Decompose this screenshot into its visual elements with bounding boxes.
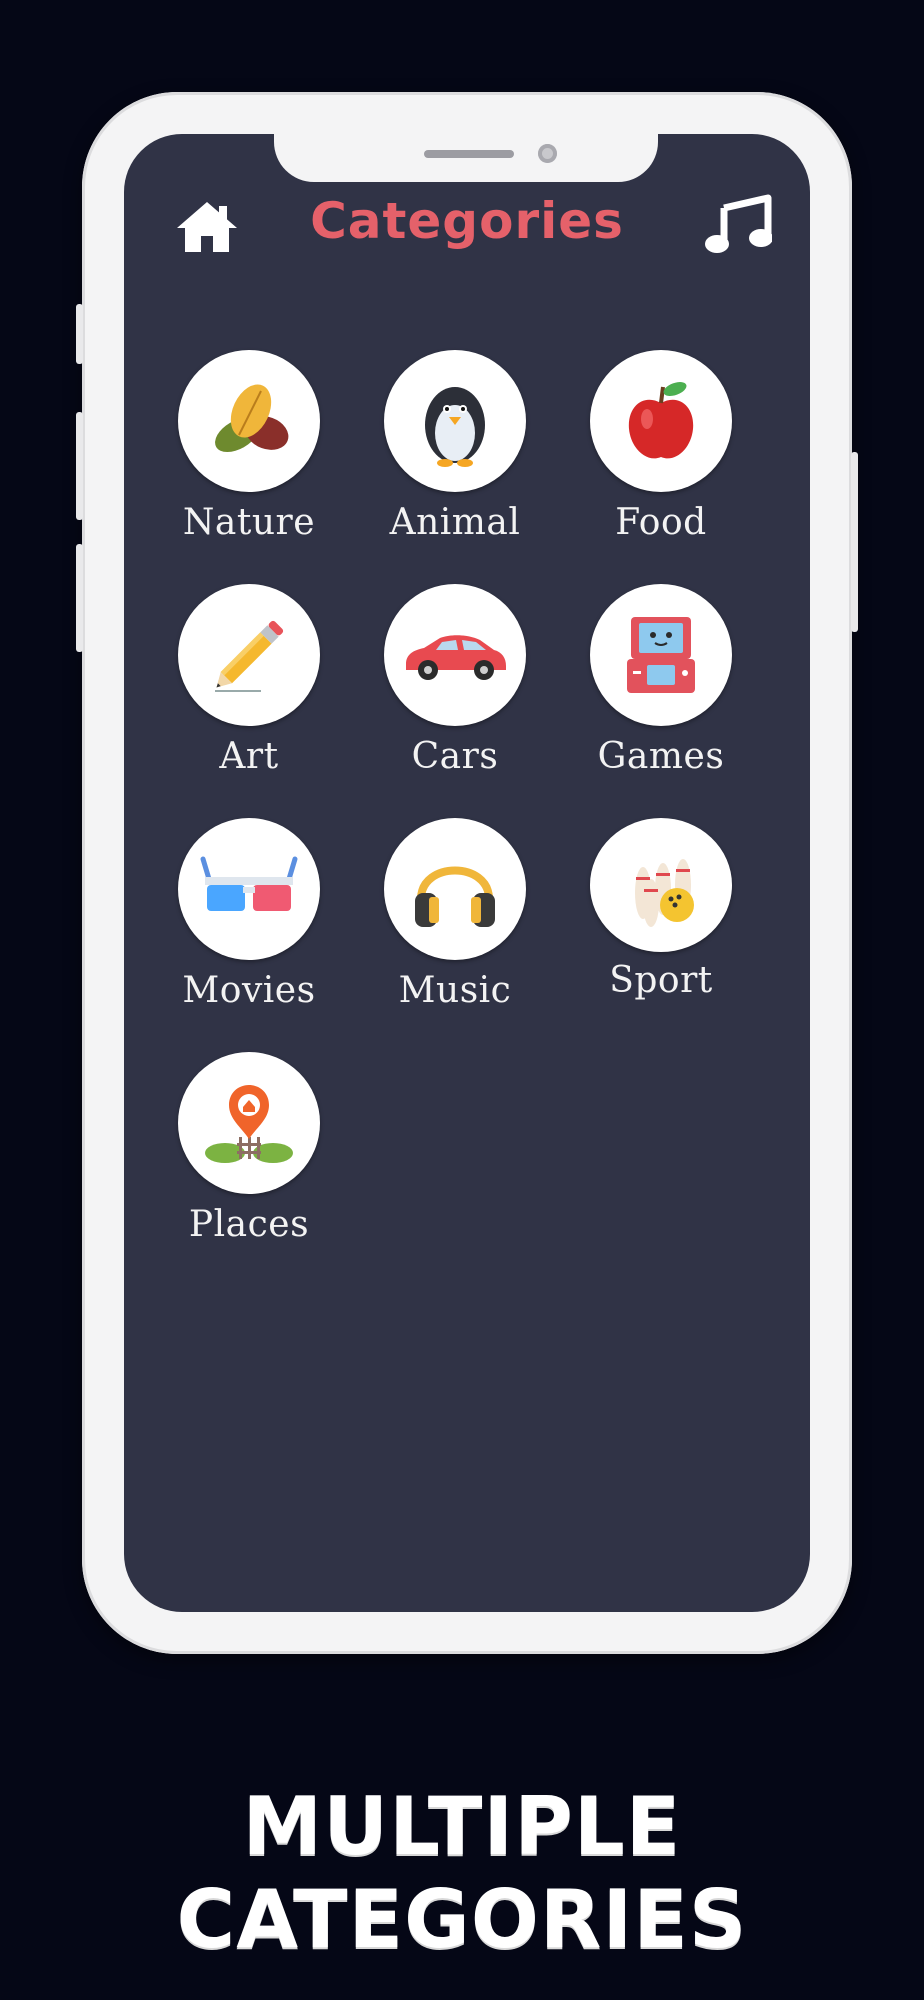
app-screen: Categories Nature Animal Food Art Cars G…: [124, 134, 810, 1612]
category-label: Sport: [609, 960, 713, 1001]
phone-frame: Categories Nature Animal Food Art Cars G…: [76, 92, 858, 1654]
speaker-grille: [424, 150, 514, 158]
category-label: Games: [597, 736, 725, 777]
mute-switch: [76, 304, 83, 364]
category-games[interactable]: Games: [556, 584, 766, 804]
category-art[interactable]: Art: [144, 584, 354, 804]
category-food[interactable]: Food: [556, 350, 766, 570]
category-label: Places: [188, 1204, 310, 1245]
3d-glasses-icon: [178, 818, 320, 960]
category-music[interactable]: Music: [350, 818, 560, 1038]
volume-down-button: [76, 544, 83, 652]
category-label: Food: [615, 502, 707, 543]
category-cars[interactable]: Cars: [350, 584, 560, 804]
handheld-console-icon: [590, 584, 732, 726]
promo-canvas: Categories Nature Animal Food Art Cars G…: [0, 0, 924, 2000]
bowling-icon: [590, 818, 732, 952]
category-label: Cars: [411, 736, 499, 777]
category-label: Music: [398, 970, 512, 1011]
volume-up-button: [76, 412, 83, 520]
category-label: Movies: [182, 970, 316, 1011]
category-label: Art: [219, 736, 279, 777]
category-nature[interactable]: Nature: [144, 350, 354, 570]
category-movies[interactable]: Movies: [144, 818, 354, 1038]
category-sport[interactable]: Sport: [556, 818, 766, 1038]
category-label: Nature: [182, 502, 316, 543]
car-icon: [384, 584, 526, 726]
penguin-icon: [384, 350, 526, 492]
front-camera: [538, 144, 557, 163]
headphones-icon: [384, 818, 526, 960]
promo-banner-title: MULTIPLE CATEGORIES: [176, 1780, 748, 1966]
category-label: Animal: [389, 502, 521, 543]
location-pin-icon: [178, 1052, 320, 1194]
apple-icon: [590, 350, 732, 492]
pencil-icon: [178, 584, 320, 726]
music-note-icon[interactable]: [704, 194, 773, 256]
leaves-icon: [178, 350, 320, 492]
phone-notch: [274, 134, 658, 182]
power-button: [851, 452, 858, 632]
category-animal[interactable]: Animal: [350, 350, 560, 570]
category-places[interactable]: Places: [144, 1052, 354, 1272]
